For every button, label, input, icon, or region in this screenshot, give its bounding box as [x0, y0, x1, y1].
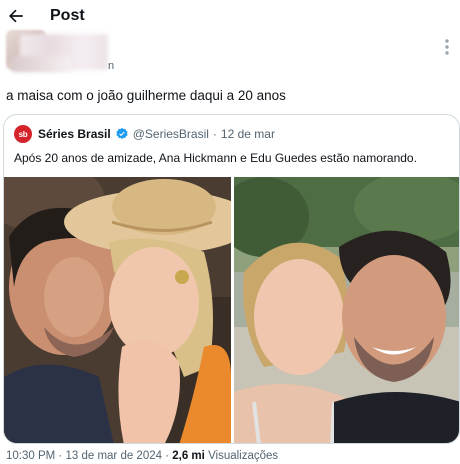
photo-couple-selfie-image	[234, 177, 459, 443]
arrow-left-icon[interactable]	[6, 6, 26, 26]
post-time[interactable]: 10:30 PM	[6, 450, 55, 462]
quoted-post-text: Após 20 anos de amizade, Ana Hickmann e …	[14, 151, 417, 165]
separator-dot: ·	[212, 127, 217, 141]
quoted-author-handle: @SeriesBrasil	[132, 127, 209, 141]
quoted-author-logo[interactable]: sb	[14, 125, 32, 143]
quoted-post-header: sb Séries Brasil @SeriesBrasil · 12 de m…	[14, 125, 275, 143]
more-vertical-icon[interactable]	[440, 38, 454, 56]
post-meta: 10:30 PM · 13 de mar de 2024 · 2,6 mi Vi…	[6, 450, 278, 462]
quoted-post-date[interactable]: 12 de mar	[221, 127, 275, 141]
verified-badge-icon	[116, 127, 128, 139]
photo-couple-kiss[interactable]	[4, 177, 231, 443]
author-handle-tail: n	[108, 60, 115, 72]
photo-couple-kiss-image	[4, 177, 231, 443]
quoted-post-media	[4, 177, 459, 443]
quoted-author-name[interactable]: Séries Brasil	[38, 127, 111, 141]
views-count: 2,6 mi	[172, 450, 205, 462]
quoted-post-card[interactable]: sb Séries Brasil @SeriesBrasil · 12 de m…	[3, 114, 460, 444]
blurred-author-handle	[12, 56, 72, 72]
post-date[interactable]: 13 de mar de 2024	[65, 450, 162, 462]
author-row[interactable]: n	[0, 24, 460, 80]
separator-dot: ·	[55, 450, 66, 462]
separator-dot: ·	[162, 450, 173, 462]
photo-couple-selfie[interactable]	[234, 177, 459, 443]
views-label[interactable]: Visualizações	[208, 450, 278, 462]
tweet-text: a maisa com o joão guilherme daqui a 20 …	[6, 88, 286, 103]
page-title: Post	[50, 7, 85, 24]
